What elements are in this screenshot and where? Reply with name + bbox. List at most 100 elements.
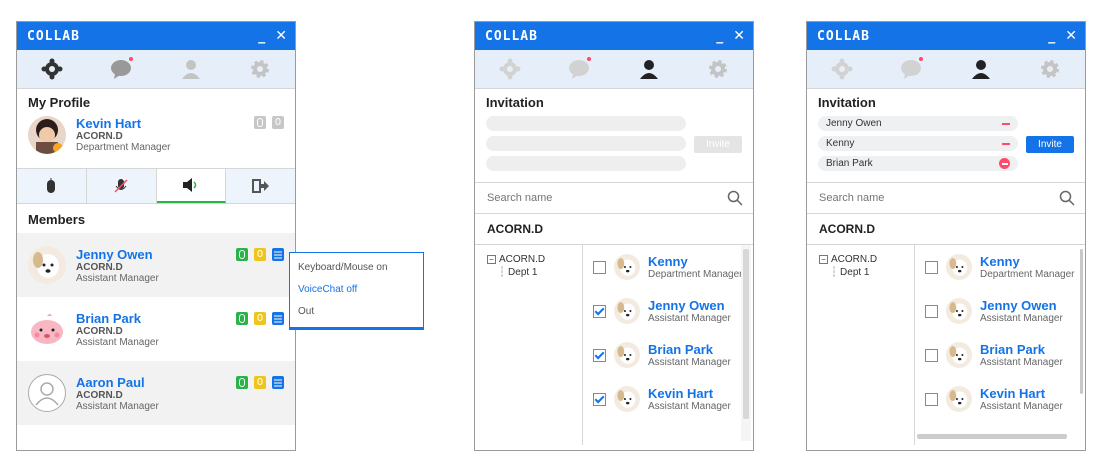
scroll-thumb[interactable] — [743, 249, 749, 419]
nav-people-icon[interactable] — [966, 54, 996, 84]
menu-item-keyboard-mouse[interactable]: Keyboard/Mouse on — [290, 257, 423, 279]
tree-root[interactable]: − ACORN.D — [819, 253, 914, 266]
profile-name: Kevin Hart — [76, 116, 142, 131]
mic-status-icon[interactable] — [254, 312, 266, 325]
mic-status-icon[interactable] — [254, 248, 266, 261]
menu-item-voicechat[interactable]: VoiceChat off — [290, 279, 423, 301]
nav-bar — [807, 50, 1085, 89]
profile-org: ACORN.D — [76, 131, 123, 142]
member-row[interactable]: Aaron Paul ACORN.D Assistant Manager — [17, 361, 295, 425]
minimize-button[interactable]: _ — [258, 29, 265, 43]
avatar — [28, 310, 66, 348]
invite-button[interactable]: Invite — [1026, 136, 1074, 153]
user-row[interactable]: Kevin Hart Assistant Manager — [583, 377, 753, 421]
nav-chat-icon[interactable] — [896, 54, 926, 84]
tree-child[interactable]: ┆ Dept 1 — [819, 266, 914, 279]
mouse-status-icon[interactable] — [236, 312, 248, 325]
avatar — [614, 298, 640, 324]
nav-connect-icon[interactable] — [495, 54, 525, 84]
avatar — [28, 116, 66, 154]
remove-icon[interactable] — [999, 158, 1010, 169]
tree-child-label: Dept 1 — [508, 267, 538, 278]
select-checkbox[interactable] — [593, 260, 606, 274]
invitation-section-title: Invitation — [486, 95, 544, 110]
search-input[interactable] — [817, 191, 1021, 205]
remove-icon[interactable] — [1002, 142, 1010, 145]
vertical-scrollbar[interactable] — [741, 245, 751, 441]
user-row[interactable]: Kevin Hart Assistant Manager — [915, 377, 1085, 421]
member-name: Aaron Paul — [76, 374, 145, 390]
speaker-button[interactable] — [156, 169, 227, 203]
mouse-status-icon[interactable] — [236, 376, 248, 389]
org-title: ACORN.D — [475, 214, 753, 245]
select-checkbox[interactable] — [925, 392, 938, 406]
search-bar — [475, 182, 753, 214]
nav-people-icon[interactable] — [176, 54, 206, 84]
select-checkbox[interactable] — [593, 304, 606, 318]
search-icon[interactable] — [727, 190, 743, 206]
search-icon[interactable] — [1059, 190, 1075, 206]
vertical-scrollbar[interactable] — [1080, 249, 1083, 394]
menu-icon[interactable] — [272, 376, 284, 389]
invite-window-filled: COLLAB _ ✕ Invitation Jenny Owen Kenny B… — [806, 21, 1086, 451]
notification-dot — [129, 57, 134, 61]
close-button[interactable]: ✕ — [733, 29, 745, 43]
exit-button[interactable] — [226, 169, 295, 203]
nav-connect-icon[interactable] — [37, 54, 67, 84]
mouse-toggle-button[interactable] — [17, 169, 87, 203]
tree-root-label: ACORN.D — [499, 254, 546, 265]
members-section-title: Members — [28, 212, 86, 227]
nav-settings-icon[interactable] — [703, 54, 733, 84]
search-input[interactable] — [485, 191, 689, 205]
avatar — [28, 246, 66, 284]
profile-window: COLLAB _ ✕ My Profile Kevin Hart ACORN.D… — [16, 21, 296, 451]
menu-icon[interactable] — [272, 248, 284, 261]
tree-child[interactable]: ┆ Dept 1 — [487, 266, 582, 279]
horizontal-scrollbar[interactable] — [917, 434, 1067, 439]
tree-child-label: Dept 1 — [840, 267, 870, 278]
member-row[interactable]: Brian Park ACORN.D Assistant Manager — [17, 297, 295, 361]
mouse-status-icon — [254, 116, 266, 129]
user-row[interactable]: Jenny Owen Assistant Manager — [583, 289, 753, 333]
mouse-status-icon[interactable] — [236, 248, 248, 261]
user-row[interactable]: Jenny Owen Assistant Manager — [915, 289, 1085, 333]
mic-status-icon[interactable] — [254, 376, 266, 389]
invitee-slot — [486, 116, 686, 131]
collapse-icon[interactable]: − — [487, 255, 496, 264]
select-checkbox[interactable] — [925, 348, 938, 362]
nav-chat-icon[interactable] — [106, 54, 136, 84]
mic-mute-button[interactable] — [87, 169, 157, 203]
nav-connect-icon[interactable] — [827, 54, 857, 84]
collapse-icon[interactable]: − — [819, 255, 828, 264]
select-checkbox[interactable] — [593, 392, 606, 406]
user-row[interactable]: Brian Park Assistant Manager — [583, 333, 753, 377]
title-bar: COLLAB _ ✕ — [807, 22, 1085, 50]
invitee-slot — [486, 136, 686, 151]
invite-button[interactable]: Invite — [694, 136, 742, 153]
menu-item-out[interactable]: Out — [290, 301, 423, 323]
user-row[interactable]: Kenny Department Manager — [915, 245, 1085, 289]
minimize-button[interactable]: _ — [1048, 29, 1055, 43]
select-checkbox[interactable] — [925, 260, 938, 274]
select-checkbox[interactable] — [925, 304, 938, 318]
app-logo: COLLAB — [27, 28, 80, 44]
invitee-chip: Kenny — [818, 136, 1018, 151]
select-checkbox[interactable] — [593, 348, 606, 362]
close-button[interactable]: ✕ — [275, 29, 287, 43]
member-title: Assistant Manager — [76, 336, 159, 348]
nav-bar — [475, 50, 753, 89]
tree-root[interactable]: − ACORN.D — [487, 253, 582, 266]
menu-icon[interactable] — [272, 312, 284, 325]
user-row[interactable]: Kenny Department Manager — [583, 245, 753, 289]
member-row[interactable]: Jenny Owen ACORN.D Assistant Manager — [17, 233, 295, 297]
nav-chat-icon[interactable] — [564, 54, 594, 84]
nav-people-icon[interactable] — [634, 54, 664, 84]
user-row[interactable]: Brian Park Assistant Manager — [915, 333, 1085, 377]
user-list: Kenny Department Manager Jenny Owen Assist… — [583, 245, 753, 445]
close-button[interactable]: ✕ — [1065, 29, 1077, 43]
minimize-button[interactable]: _ — [716, 29, 723, 43]
nav-settings-icon[interactable] — [245, 54, 275, 84]
nav-settings-icon[interactable] — [1035, 54, 1065, 84]
remove-icon[interactable] — [1002, 122, 1010, 125]
my-profile-card: Kevin Hart ACORN.D Department Manager — [17, 116, 295, 162]
